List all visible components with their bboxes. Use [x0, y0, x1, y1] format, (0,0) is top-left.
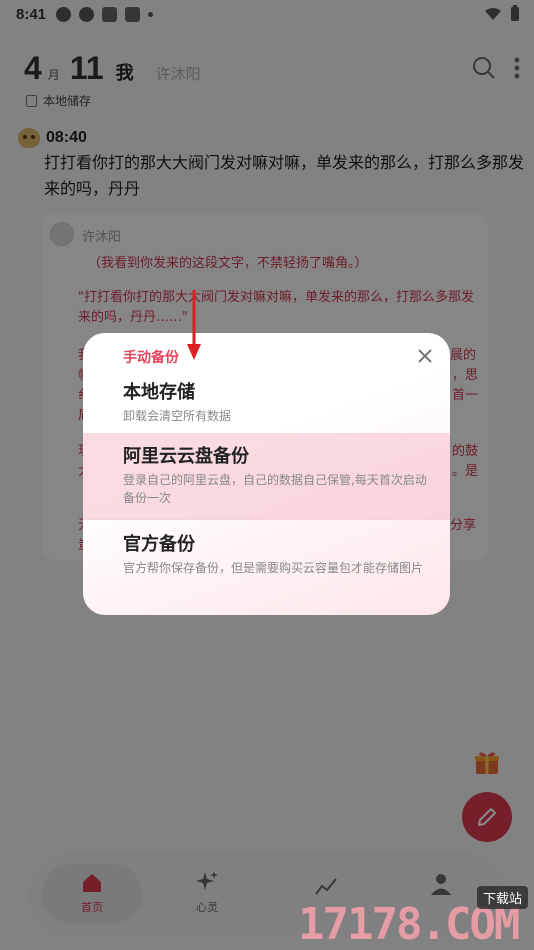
option-title: 官方备份	[123, 534, 195, 555]
option-title: 阿里云云盘备份	[123, 446, 249, 467]
option-title: 本地存储	[123, 382, 195, 403]
option-desc: 官方帮你保存备份，但是需要购买云容量包才能存储图片	[123, 561, 424, 575]
option-official-backup[interactable]: 官方备份 官方帮你保存备份，但是需要购买云容量包才能存储图片	[83, 521, 450, 611]
option-local-storage[interactable]: 本地存储 卸载会清空所有数据	[83, 369, 450, 433]
backup-dialog: 手动备份 本地存储 卸载会清空所有数据 阿里云云盘备份 登录自己的阿里云盘，自己…	[83, 333, 450, 615]
dialog-title: 手动备份	[123, 350, 179, 366]
option-aliyun-backup[interactable]: 阿里云云盘备份 登录自己的阿里云盘，自己的数据自己保管,每天首次启动备份一次	[83, 433, 450, 519]
divider	[83, 519, 450, 520]
option-desc: 登录自己的阿里云盘，自己的数据自己保管,每天首次启动备份一次	[123, 473, 427, 505]
site-watermark: 17178.COM 下载站	[298, 882, 528, 950]
annotation-arrow-icon	[187, 290, 201, 360]
close-icon[interactable]	[414, 345, 436, 367]
watermark-badge: 下载站	[476, 886, 528, 909]
option-desc: 卸载会清空所有数据	[123, 409, 232, 423]
